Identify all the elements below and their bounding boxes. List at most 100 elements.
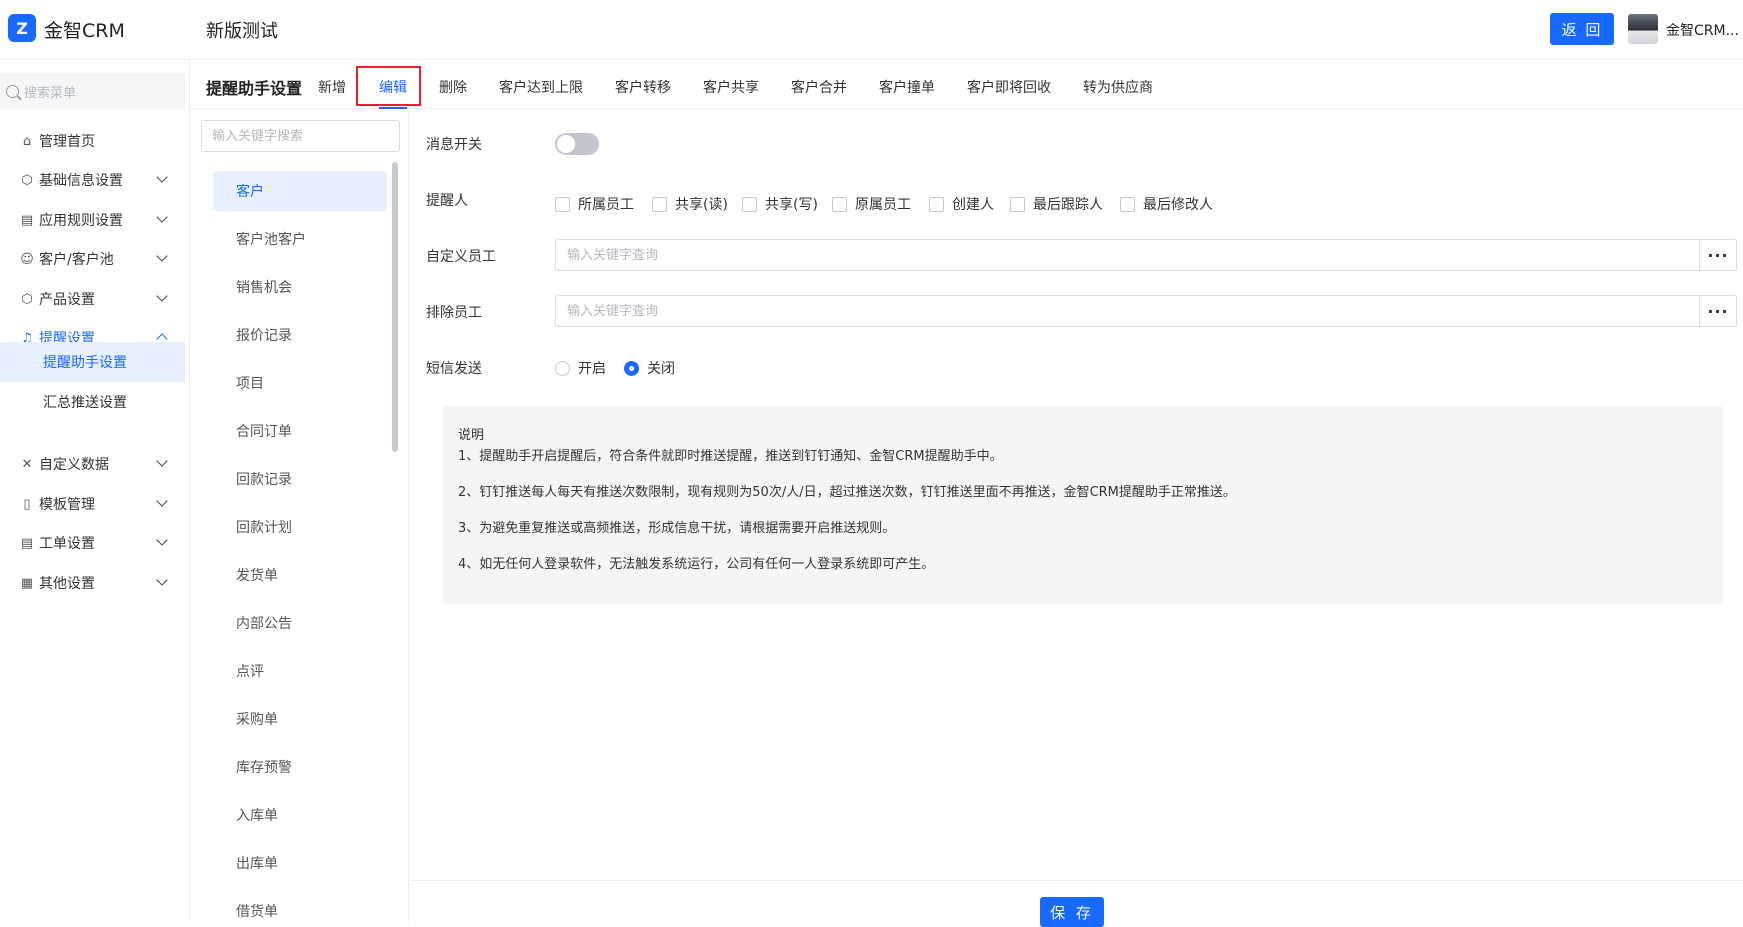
sidebar-item-tickets[interactable]: ▤ 工单设置 [0,523,185,563]
menu-search-input[interactable]: 搜索菜单 [0,73,185,109]
custom-staff-label: 自定义员工 [426,249,496,265]
sidebar-item-other[interactable]: ▦ 其他设置 [0,563,185,603]
list-item[interactable]: 合同订单 [213,411,387,451]
notes-line: 4、如无任何人登录软件，无法触发系统运行，公司有任何一人登录系统即可产生。 [458,557,935,572]
checkbox-box [742,196,757,212]
user-name[interactable]: 金智CRM... [1666,20,1739,40]
message-switch-toggle[interactable] [555,133,599,155]
tab-to-supplier[interactable]: 转为供应商 [1083,77,1153,97]
list-item[interactable]: 销售机会 [213,267,387,307]
checkbox-creator[interactable]: 创建人 [929,194,994,214]
back-button[interactable]: 返 回 [1550,13,1614,45]
sidebar-item-label: 其他设置 [39,576,95,592]
chevron-down-icon [156,574,168,586]
grid-icon: ▦ [20,575,34,591]
checkbox-label: 最后跟踪人 [1033,197,1103,213]
users-icon: ☺ [20,251,34,267]
custom-staff-input[interactable] [555,239,1700,271]
radio-circle [624,360,639,376]
list-item[interactable]: 借货单 [213,891,387,922]
sidebar-item-home[interactable]: ⌂ 管理首页 [0,121,185,161]
list-item[interactable]: 内部公告 [213,603,387,643]
list-item[interactable]: 项目 [213,363,387,403]
top-header: Z 金智CRM 新版测试 返 回 金智CRM... [0,0,1743,60]
radio-label: 关闭 [647,361,675,377]
list-item[interactable]: 点评 [213,651,387,691]
chevron-down-icon [156,534,168,546]
tab-add[interactable]: 新增 [318,77,346,97]
sidebar-item-app-rules[interactable]: ▤ 应用规则设置 [0,200,185,240]
sidebar-item-basic-info[interactable]: ⬡ 基础信息设置 [0,160,185,200]
tab-customer-merge[interactable]: 客户合并 [791,77,847,97]
list-item[interactable]: 发货单 [213,555,387,595]
tab-delete[interactable]: 删除 [439,77,467,97]
custom-staff-more-button[interactable]: ··· [1700,239,1737,271]
checkbox-box [1120,196,1135,212]
list-item[interactable]: 库存预警 [213,747,387,787]
sidebar-item-label: 应用规则设置 [39,213,123,229]
checkbox-former-owner[interactable]: 原属员工 [832,194,911,214]
tab-customer-recycle[interactable]: 客户即将回收 [967,77,1051,97]
object-list-scrollbar[interactable] [392,162,398,452]
sidebar-subitem-reminder-assistant[interactable]: 提醒助手设置 [0,342,185,382]
chevron-down-icon [156,171,168,183]
checkbox-owner[interactable]: 所属员工 [555,194,634,214]
tab-edit[interactable]: 编辑 [379,77,407,109]
object-search-input[interactable] [201,120,400,152]
list-item[interactable]: 客户 [213,171,387,211]
sidebar-item-products[interactable]: ⬡ 产品设置 [0,279,185,319]
search-icon [6,84,19,98]
sidebar-item-templates[interactable]: ▯ 模板管理 [0,484,185,524]
sms-on-radio[interactable]: 开启 [555,358,606,378]
list-item[interactable]: 入库单 [213,795,387,835]
form-footer: 保 存 [410,880,1743,927]
sidebar-item-customers[interactable]: ☺ 客户/客户池 [0,239,185,279]
checkbox-last-tracker[interactable]: 最后跟踪人 [1010,194,1103,214]
exclude-staff-label: 排除员工 [426,305,482,321]
object-list-panel: 客户 客户池客户 销售机会 报价记录 项目 合同订单 回款记录 回款计划 发货单… [191,110,409,922]
switch-label: 消息开关 [426,137,482,153]
action-tab-bar: 提醒助手设置 新增 编辑 删除 客户达到上限 客户转移 客户共享 客户合并 客户… [191,61,1743,109]
checkbox-box [832,196,847,212]
exclude-staff-more-button[interactable]: ··· [1700,295,1737,327]
save-button[interactable]: 保 存 [1040,897,1104,927]
list-item[interactable]: 出库单 [213,843,387,883]
menu-search-placeholder: 搜索菜单 [24,85,77,101]
checkbox-box [555,196,570,212]
chevron-down-icon [156,290,168,302]
tab-customer-share[interactable]: 客户共享 [703,77,759,97]
sms-off-radio[interactable]: 关闭 [624,358,675,378]
cube-icon: ⬡ [21,172,33,188]
tab-customer-conflict[interactable]: 客户撞单 [879,77,935,97]
remind-label: 提醒人 [426,193,468,209]
sidebar-subitem-summary-push[interactable]: 汇总推送设置 [0,382,185,422]
brand-name: 金智CRM [44,20,125,42]
chevron-down-icon [156,211,168,223]
doc-icon: ▤ [20,212,34,228]
list-item[interactable]: 回款计划 [213,507,387,547]
list-item[interactable]: 客户池客户 [213,219,387,259]
page-heading: 新版测试 [206,21,278,42]
exclude-staff-input[interactable] [555,295,1700,327]
puzzle-icon: ✕ [21,456,33,472]
checkbox-share-write[interactable]: 共享(写) [742,194,818,214]
tab-customer-transfer[interactable]: 客户转移 [615,77,671,97]
checkbox-share-read[interactable]: 共享(读) [652,194,728,214]
home-icon: ⌂ [22,133,32,149]
checkbox-label: 最后修改人 [1143,197,1213,213]
section-title: 提醒助手设置 [206,79,303,98]
tab-customer-limit[interactable]: 客户达到上限 [499,77,583,97]
checkbox-last-modifier[interactable]: 最后修改人 [1120,194,1213,214]
sidebar-item-custom-data[interactable]: ✕ 自定义数据 [0,444,185,484]
list-item[interactable]: 回款记录 [213,459,387,499]
chevron-down-icon [156,455,168,467]
notes-line: 2、钉钉推送每人每天有推送次数限制，现有规则为50次/人/日，超过推送次数，钉钉… [458,485,1236,500]
sidebar-item-label: 客户/客户池 [39,252,114,268]
list-item[interactable]: 报价记录 [213,315,387,355]
avatar[interactable] [1628,14,1658,44]
list-item[interactable]: 采购单 [213,699,387,739]
sidebar: 搜索菜单 ⌂ 管理首页 ⬡ 基础信息设置 ▤ 应用规则设置 ☺ 客户/客户池 ⬡… [0,61,190,922]
notes-title: 说明 [458,428,485,443]
notes-line: 3、为避免重复推送或高频推送，形成信息干扰，请根据需要开启推送规则。 [458,521,896,536]
sidebar-item-label: 产品设置 [39,292,95,308]
